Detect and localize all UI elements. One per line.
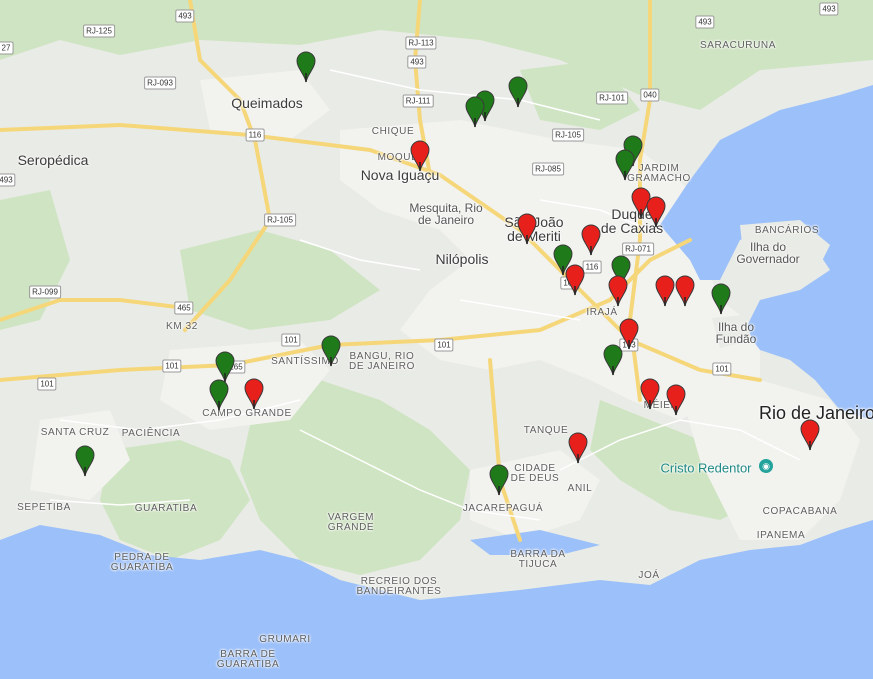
green-marker-icon[interactable]: [508, 76, 528, 108]
red-marker-icon[interactable]: [565, 264, 585, 296]
road-shield: 101: [434, 338, 454, 352]
road-shield: 493: [695, 15, 715, 29]
green-marker-icon[interactable]: [603, 344, 623, 376]
green-marker-icon[interactable]: [489, 464, 509, 496]
neighborhood-label: VARGEM GRANDE: [327, 512, 375, 533]
road-shield: 493: [819, 2, 839, 16]
road-shield: RJ-071: [622, 242, 654, 256]
camera-icon[interactable]: ◉: [759, 459, 773, 473]
red-marker-icon[interactable]: [410, 140, 430, 172]
red-marker-icon[interactable]: [608, 275, 628, 307]
neighborhood-label: BARRA DA TIJUCA: [510, 549, 566, 570]
road-shield: 101: [712, 362, 732, 376]
red-marker-icon[interactable]: [675, 275, 695, 307]
green-marker-icon[interactable]: [296, 51, 316, 83]
red-marker-icon[interactable]: [581, 224, 601, 256]
red-marker-icon[interactable]: [640, 378, 660, 410]
road-shield: RJ-101: [596, 91, 628, 105]
city-label: Seropédica: [17, 152, 89, 168]
red-marker-icon[interactable]: [655, 275, 675, 307]
road-shield: RJ-085: [532, 162, 564, 176]
neighborhood-label: ANIL: [567, 483, 593, 494]
red-marker-icon[interactable]: [517, 213, 537, 245]
neighborhood-label: GUARATIBA: [134, 503, 198, 514]
road-shield: 116: [582, 260, 602, 274]
road-shield: 116: [245, 128, 265, 142]
red-marker-icon[interactable]: [646, 196, 666, 228]
city-label: Ilha do Governador: [736, 240, 800, 266]
neighborhood-label: PEDRA DE GUARATIBA: [110, 552, 174, 573]
neighborhood-label: BARRA DE GUARATIBA: [216, 649, 280, 670]
red-marker-icon[interactable]: [244, 378, 264, 410]
neighborhood-label: IRAJÁ: [586, 307, 618, 318]
neighborhood-label: RECREIO DOS BANDEIRANTES: [356, 576, 442, 597]
neighborhood-label: JOÁ: [638, 570, 660, 581]
green-marker-icon[interactable]: [75, 445, 95, 477]
neighborhood-label: PACIÊNCIA: [121, 428, 181, 439]
red-marker-icon[interactable]: [800, 419, 820, 451]
road-shield: 493: [407, 55, 427, 69]
neighborhood-label: COPACABANA: [762, 506, 838, 517]
road-shield: RJ-113: [405, 36, 437, 50]
road-shield: 27: [0, 41, 14, 55]
road-shield: 493: [175, 9, 195, 23]
road-shield: RJ-111: [402, 94, 434, 108]
road-shield: 040: [640, 88, 660, 102]
neighborhood-label: CHIQUE: [371, 126, 415, 137]
neighborhood-label: KM 32: [166, 321, 198, 332]
road-shield: 101: [37, 377, 57, 391]
neighborhood-label: JARDIM GRAMACHO: [627, 163, 691, 184]
city-label: Queimados: [231, 95, 303, 111]
road-shield: RJ-105: [552, 128, 584, 142]
road-shield: RJ-125: [83, 24, 115, 38]
city-label: Mesquita, Rio de Janeiro: [409, 201, 483, 227]
road-shield: RJ-105: [264, 213, 296, 227]
city-label: Nilópolis: [435, 251, 489, 267]
road-shield: 101: [162, 359, 182, 373]
road-shield: RJ-093: [144, 76, 176, 90]
neighborhood-label: IPANEMA: [756, 530, 806, 541]
green-marker-icon[interactable]: [209, 379, 229, 411]
road-shield: RJ-099: [29, 285, 61, 299]
red-marker-icon[interactable]: [666, 384, 686, 416]
neighborhood-label: SANTA CRUZ: [40, 427, 110, 438]
neighborhood-label: SEPETIBA: [17, 502, 71, 513]
neighborhood-label: BANCÁRIOS: [754, 225, 820, 236]
green-marker-icon[interactable]: [711, 283, 731, 315]
road-shield: 101: [281, 333, 301, 347]
poi-label-cristo-redentor[interactable]: Cristo Redentor: [660, 462, 751, 475]
neighborhood-label: CIDADE DE DEUS: [510, 463, 560, 484]
neighborhood-label: GRUMARI: [259, 634, 311, 645]
neighborhood-label: TANQUE: [523, 425, 569, 436]
green-marker-icon[interactable]: [465, 96, 485, 128]
road-shield: 465: [174, 301, 194, 315]
road-shield: 493: [0, 173, 16, 187]
city-label: Ilha do Fundão: [715, 320, 757, 346]
map-view[interactable]: Queimados Seropédica Nova Iguaçu Mesquita, …: [0, 0, 873, 679]
red-marker-icon[interactable]: [568, 432, 588, 464]
neighborhood-label: BANGU, RIO DE JANEIRO: [348, 351, 416, 372]
green-marker-icon[interactable]: [321, 335, 341, 367]
green-marker-icon[interactable]: [615, 149, 635, 181]
neighborhood-label: JACAREPAGUÁ: [462, 503, 544, 514]
neighborhood-label: SARACURUNA: [699, 40, 777, 51]
